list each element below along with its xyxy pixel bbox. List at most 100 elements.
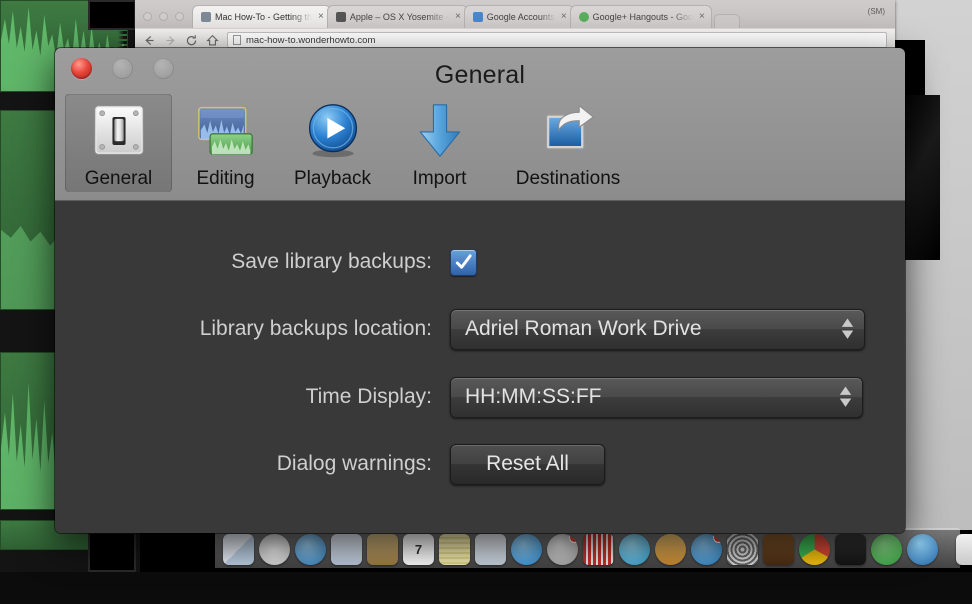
browser-tab-0[interactable]: Mac How-To - Getting th × bbox=[192, 5, 331, 28]
dock-item-ibooks-store[interactable] bbox=[583, 534, 614, 565]
browser-tab-1[interactable]: Apple – OS X Yosemite - × bbox=[326, 5, 468, 28]
row-label: Time Display: bbox=[305, 385, 432, 408]
dock-item-itunes[interactable] bbox=[619, 534, 650, 565]
browser-tab-title: Google Accounts bbox=[486, 12, 555, 22]
prefs-content: Save library backups: Library backups lo… bbox=[55, 201, 905, 533]
dock-item-contacts[interactable] bbox=[367, 534, 398, 565]
dock-item-reminders[interactable] bbox=[475, 534, 506, 565]
toolbar-item-import[interactable]: Import bbox=[386, 94, 493, 192]
dock-item-chrome[interactable] bbox=[799, 534, 830, 565]
google-accounts-favicon bbox=[472, 12, 483, 22]
row-dialog-warnings: Dialog warnings: Reset All bbox=[55, 431, 905, 497]
dock-item-messages[interactable] bbox=[511, 534, 542, 565]
browser-tab-title: Mac How-To - Getting th bbox=[215, 12, 313, 22]
dock-badge bbox=[569, 534, 578, 543]
dock-item-safari[interactable] bbox=[295, 534, 326, 565]
browser-edge-label: (SM) bbox=[867, 7, 885, 16]
row-save-library-backups: Save library backups: bbox=[55, 229, 905, 295]
screen: Mac How-To - Getting th × Apple – OS X Y… bbox=[0, 0, 972, 604]
address-bar-url: mac-how-to.wonderhowto.com bbox=[246, 34, 376, 46]
dock-item-facetime[interactable] bbox=[871, 534, 902, 565]
dock-item-document-stack[interactable] bbox=[956, 534, 972, 565]
dock-item-final-cut-pro[interactable] bbox=[835, 534, 866, 565]
dock-item-garageband[interactable] bbox=[763, 534, 794, 565]
dock-badge: 7 bbox=[713, 534, 722, 543]
prefs-titlebar[interactable]: General General Editing Playback Import … bbox=[55, 48, 905, 201]
toolbar-item-label: Destinations bbox=[515, 168, 621, 189]
dock-item-notes[interactable] bbox=[439, 534, 470, 565]
page-title: General bbox=[434, 61, 526, 89]
browser-traffic-lights[interactable] bbox=[141, 12, 192, 28]
dock-item-finder[interactable] bbox=[223, 534, 254, 565]
popup-value: HH:MM:SS:FF bbox=[465, 385, 602, 408]
chevron-down-icon bbox=[839, 398, 852, 407]
toolbar-item-label: Import bbox=[412, 168, 467, 189]
clip-waveform-icon bbox=[194, 100, 258, 162]
toolbar-item-playback[interactable]: Playback bbox=[279, 94, 386, 192]
row-library-backups-location: Library backups location: Adriel Roman W… bbox=[55, 295, 905, 363]
forward-arrow-icon bbox=[166, 35, 175, 45]
row-time-display: Time Display: HH:MM:SS:FF bbox=[55, 363, 905, 431]
desktop-bottom bbox=[0, 572, 972, 604]
toolbar-item-editing[interactable]: Editing bbox=[172, 94, 279, 192]
check-icon bbox=[455, 253, 472, 269]
browser-minimize-button[interactable] bbox=[159, 12, 168, 21]
time-display-popup[interactable]: HH:MM:SS:FF bbox=[450, 376, 863, 418]
chevron-down-icon bbox=[841, 330, 854, 339]
dock-item-photos-bw[interactable] bbox=[727, 534, 758, 565]
browser-close-button[interactable] bbox=[143, 12, 152, 21]
address-bar[interactable]: mac-how-to.wonderhowto.com bbox=[227, 32, 887, 48]
dock-item-mail[interactable] bbox=[331, 534, 362, 565]
stepper-arrows-icon[interactable] bbox=[839, 386, 852, 408]
library-backups-location-popup[interactable]: Adriel Roman Work Drive bbox=[450, 308, 865, 350]
mac-howto-favicon bbox=[201, 12, 211, 22]
light-switch-icon bbox=[87, 100, 151, 162]
home-icon[interactable] bbox=[206, 34, 219, 47]
viewer-thumb bbox=[88, 532, 136, 572]
dock-item-launchpad[interactable] bbox=[259, 534, 290, 565]
chevron-up-icon bbox=[839, 386, 852, 395]
browser-tab-title: Apple – OS X Yosemite - bbox=[349, 12, 449, 22]
dock-item-ibooks[interactable] bbox=[655, 534, 686, 565]
page-icon bbox=[233, 35, 241, 45]
close-icon[interactable]: × bbox=[316, 12, 324, 22]
row-label: Dialog warnings: bbox=[276, 452, 432, 475]
close-icon[interactable]: × bbox=[559, 12, 567, 22]
browser-tab-3[interactable]: Google+ Hangouts - Goo × bbox=[569, 5, 712, 28]
toolbar-item-label: Editing bbox=[196, 168, 255, 189]
dock-item-maps[interactable] bbox=[547, 534, 578, 565]
dock[interactable]: 7 7 bbox=[215, 528, 972, 568]
save-library-backups-checkbox[interactable] bbox=[450, 248, 477, 276]
row-label: Save library backups: bbox=[231, 250, 432, 273]
dock-item-app-store[interactable]: 7 bbox=[691, 534, 722, 565]
back-arrow-icon[interactable] bbox=[143, 34, 156, 47]
toolbar-item-general[interactable]: General bbox=[65, 94, 172, 192]
play-circle-icon bbox=[301, 100, 365, 162]
viewer-thumb bbox=[88, 0, 136, 30]
browser-tab-title: Google+ Hangouts - Goo bbox=[592, 12, 693, 22]
stepper-arrows-icon[interactable] bbox=[841, 318, 854, 340]
chrome-browser-window[interactable]: Mac How-To - Getting th × Apple – OS X Y… bbox=[135, 0, 895, 52]
down-arrow-icon bbox=[408, 100, 472, 162]
hangouts-favicon bbox=[578, 12, 589, 22]
toolbar-item-label: Playback bbox=[293, 168, 372, 189]
reload-arrow-icon[interactable] bbox=[185, 34, 198, 47]
close-icon[interactable]: × bbox=[453, 12, 461, 22]
share-export-icon bbox=[536, 100, 600, 162]
browser-tab-strip[interactable]: Mac How-To - Getting th × Apple – OS X Y… bbox=[135, 0, 895, 28]
row-label: Library backups location: bbox=[199, 317, 432, 340]
new-tab-button[interactable] bbox=[713, 14, 740, 28]
reset-all-button[interactable]: Reset All bbox=[450, 443, 605, 485]
prefs-toolbar[interactable]: General Editing Playback Import Destinat… bbox=[65, 94, 895, 194]
general-preferences-window[interactable]: General General Editing Playback Import … bbox=[55, 48, 905, 533]
dock-item-calendar[interactable]: 7 bbox=[403, 534, 434, 565]
close-icon[interactable]: × bbox=[697, 12, 705, 22]
dock-calendar-day: 7 bbox=[414, 542, 423, 557]
apple-favicon bbox=[335, 12, 346, 22]
toolbar-item-destinations[interactable]: Destinations bbox=[493, 94, 643, 192]
browser-tab-2[interactable]: Google Accounts × bbox=[463, 5, 574, 28]
dock-item-wondershare[interactable] bbox=[907, 534, 938, 565]
toolbar-item-label: General bbox=[84, 168, 153, 189]
browser-zoom-button[interactable] bbox=[175, 12, 184, 21]
popup-value: Adriel Roman Work Drive bbox=[465, 317, 702, 340]
